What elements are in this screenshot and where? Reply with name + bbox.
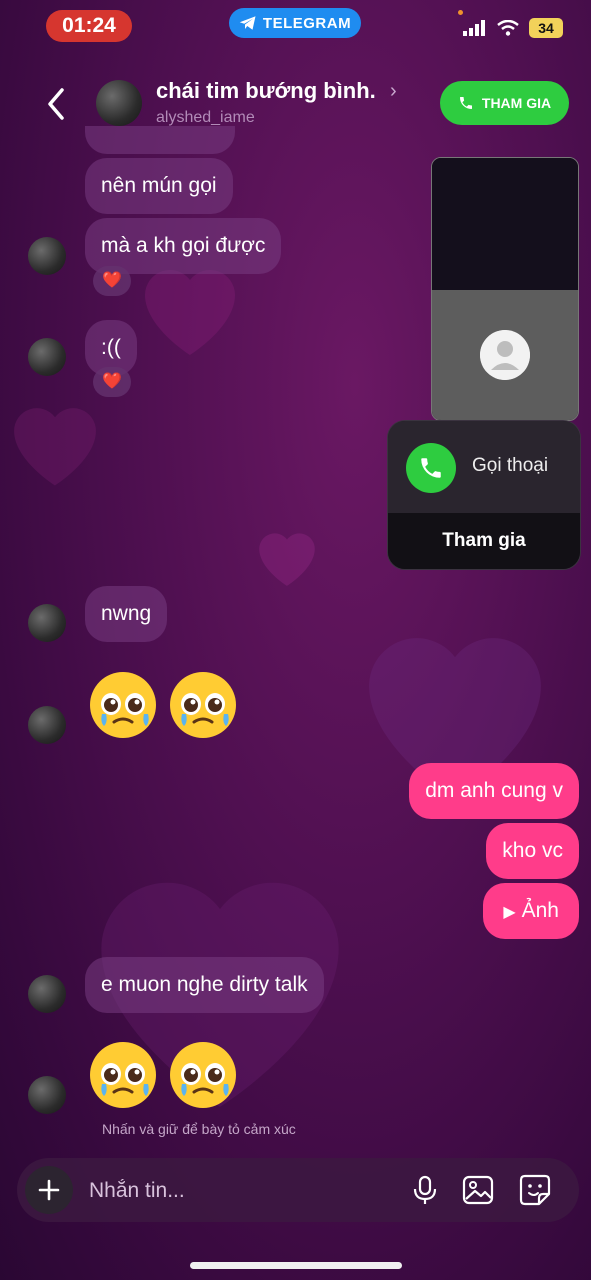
pleading-face-icon bbox=[90, 672, 156, 738]
join-call-label: THAM GIA bbox=[481, 95, 552, 111]
video-preview bbox=[432, 158, 578, 290]
emoji-message-text: 🥹🥹 bbox=[88, 1040, 89, 1042]
reaction-hint: Nhấn và giữ để bày tỏ cảm xúc bbox=[102, 1121, 296, 1137]
message-input[interactable] bbox=[87, 1174, 371, 1208]
home-indicator[interactable] bbox=[190, 1262, 402, 1269]
chevron-right-icon[interactable]: › bbox=[390, 80, 397, 103]
sticker-button[interactable] bbox=[517, 1172, 553, 1208]
heart-reaction[interactable]: ❤️ bbox=[93, 367, 131, 397]
message-composer bbox=[17, 1158, 579, 1222]
play-icon: ▶ bbox=[503, 904, 516, 921]
plus-icon bbox=[38, 1179, 60, 1201]
background-heart-decoration bbox=[0, 390, 110, 490]
my-message-bubble[interactable]: kho vc bbox=[486, 823, 579, 879]
sender-avatar[interactable] bbox=[28, 706, 66, 744]
pleading-face-icon bbox=[90, 1042, 156, 1108]
video-call-tile[interactable] bbox=[431, 157, 579, 421]
status-time: 01:24 bbox=[46, 10, 132, 42]
call-type-label: Gọi thoại bbox=[472, 455, 549, 476]
sender-avatar[interactable] bbox=[28, 975, 66, 1013]
sticker-icon bbox=[519, 1174, 551, 1206]
message-bubble[interactable]: e muon nghe dirty talk bbox=[85, 957, 324, 1013]
photo-label: Ảnh bbox=[521, 899, 559, 922]
microphone-button[interactable] bbox=[407, 1172, 443, 1208]
heart-reaction[interactable]: ❤️ bbox=[93, 266, 131, 296]
phone-icon bbox=[406, 443, 456, 493]
my-message-bubble[interactable]: dm anh cung v bbox=[409, 763, 579, 819]
gallery-button[interactable] bbox=[460, 1172, 496, 1208]
join-call-button[interactable]: THAM GIA bbox=[440, 81, 569, 125]
voice-call-card[interactable]: Gọi thoại Tham gia bbox=[387, 420, 581, 570]
contact-username: alyshed_iame bbox=[156, 109, 255, 126]
call-join-button[interactable]: Tham gia bbox=[388, 513, 580, 569]
emoji-message-text: 🥹🥹 bbox=[88, 670, 89, 672]
message-bubble[interactable]: nên mún gọi bbox=[85, 158, 233, 214]
pleading-face-icon bbox=[170, 1042, 236, 1108]
photo-message-bubble[interactable]: ▶ Ảnh bbox=[483, 883, 579, 939]
message-bubble[interactable]: nwng bbox=[85, 586, 168, 642]
system-icons: 34 bbox=[463, 18, 563, 38]
sender-avatar[interactable] bbox=[28, 1076, 66, 1114]
sender-avatar[interactable] bbox=[28, 338, 66, 376]
contact-avatar[interactable] bbox=[96, 80, 142, 126]
sender-avatar[interactable] bbox=[28, 604, 66, 642]
back-chevron-icon[interactable] bbox=[40, 84, 74, 124]
pleading-face-icon bbox=[170, 672, 236, 738]
message-bubble-cut bbox=[85, 126, 235, 154]
microphone-icon bbox=[413, 1175, 437, 1204]
wifi-icon bbox=[497, 20, 519, 36]
battery-icon: 34 bbox=[529, 18, 563, 38]
background-heart-decoration bbox=[250, 520, 324, 590]
user-placeholder-icon bbox=[480, 330, 530, 380]
signal-icon bbox=[463, 20, 485, 36]
phone-icon bbox=[459, 97, 472, 109]
add-attachment-button[interactable] bbox=[25, 1166, 73, 1214]
mic-indicator-dot bbox=[458, 10, 463, 15]
contact-name[interactable]: chái tim bướng bình. bbox=[156, 78, 376, 104]
sender-avatar[interactable] bbox=[28, 237, 66, 275]
status-bar: 01:24 TELEGRAM 34 bbox=[0, 0, 591, 50]
back-to-telegram-pill[interactable]: TELEGRAM bbox=[229, 8, 361, 38]
telegram-icon bbox=[239, 16, 256, 30]
image-icon bbox=[462, 1175, 494, 1205]
source-app-label: TELEGRAM bbox=[262, 14, 352, 32]
